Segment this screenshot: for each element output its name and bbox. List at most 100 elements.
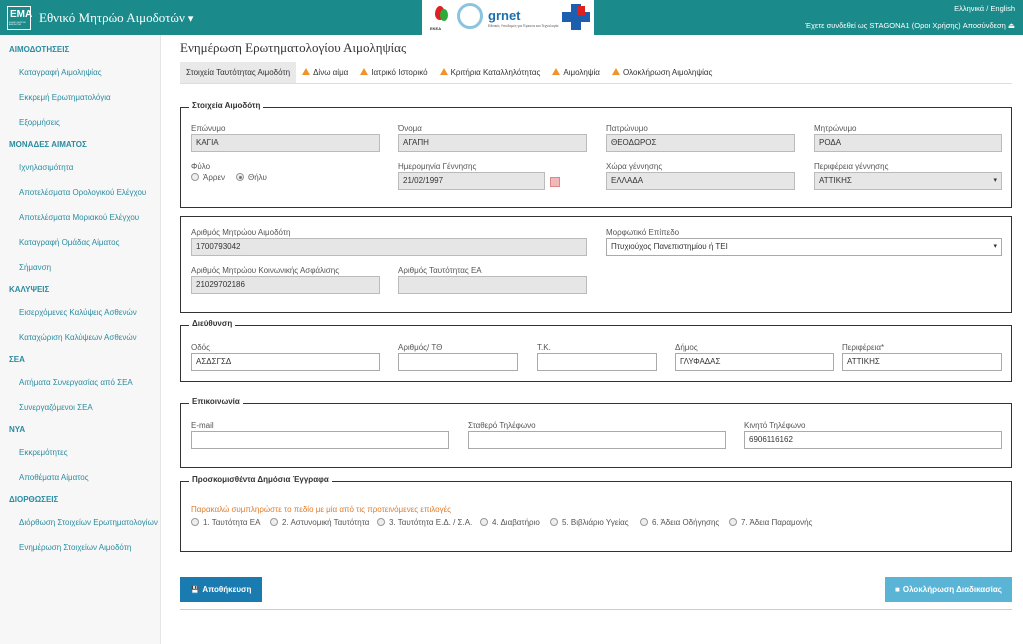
mother-name-field[interactable]: ΡΟΔΑ (814, 134, 1002, 152)
amka-field[interactable]: 21029702186 (191, 276, 380, 294)
sidebar-item-sea-partners[interactable]: Συνεργαζόμενοι ΣΕΑ (0, 395, 160, 420)
document-option-2[interactable]: 2. Αστυνομική Ταυτότητα (270, 517, 369, 527)
radio-icon[interactable] (729, 518, 737, 526)
logo-subtitle: ΕΘΝΙΚΟ ΜΗΤΡΩΟ ΑΙΜΟΔΟΤΩΝ (9, 22, 26, 26)
region-label: Περιφέρεια* (842, 343, 885, 352)
sex-female-option[interactable]: Θήλυ (236, 172, 267, 182)
id-number-field[interactable] (398, 276, 587, 294)
father-name-label: Πατρώνυμο (606, 124, 648, 133)
address-fieldset: Διεύθυνση Οδός ΑΣΔΣΓΣΔ Αριθμός/ ΤΘ Τ.Κ. … (180, 319, 1012, 382)
tab-eligibility[interactable]: Κριτήρια Καταλληλότητας (434, 62, 547, 83)
sidebar-item-pending-questionnaires[interactable]: Εκκρεμή Ερωτηματολόγια (0, 85, 160, 110)
radio-icon[interactable] (191, 518, 199, 526)
document-option-4[interactable]: 4. Διαβατήριο (480, 517, 540, 527)
municipality-field[interactable]: ΓΛΥΦΑΔΑΣ (675, 353, 834, 371)
surname-field[interactable]: ΚΑΓΙΑ (191, 134, 380, 152)
registry-number-field[interactable]: 1700793042 (191, 238, 587, 256)
ekea-label: ΕΚΕΑ (430, 26, 442, 31)
sidebar-item-sea-requests[interactable]: Αιτήματα Συνεργασίας από ΣΕΑ (0, 370, 160, 395)
dropdown-arrow-icon[interactable]: ▾ (993, 239, 997, 255)
app-title[interactable]: Εθνικό Μητρώο Αιμοδοτών ▾ (39, 10, 193, 26)
father-name-field[interactable]: ΘΕΟΔΩΡΟΣ (606, 134, 795, 152)
document-option-3[interactable]: 3. Ταυτότητα Ε.Δ. / Σ.Α. (377, 517, 472, 527)
sidebar-item-labeling[interactable]: Σήμανση (0, 255, 160, 280)
tab-give-blood[interactable]: Δίνω αίμα (296, 62, 354, 83)
dropdown-arrow-icon[interactable]: ▾ (993, 173, 997, 189)
sidebar-item-blood-group[interactable]: Καταγραφή Ομάδας Αίματος (0, 230, 160, 255)
radio-icon[interactable] (480, 518, 488, 526)
login-text[interactable]: Έχετε συνδεθεί ως STAGONA1 (Οροι Χρήσης)… (805, 21, 1006, 30)
sex-female-label: Θήλυ (248, 173, 267, 182)
tab-label: Ιατρικό Ιστορικό (371, 68, 428, 77)
tab-identity[interactable]: Στοιχεία Ταυτότητας Αιμοδότη (180, 62, 297, 83)
logo-text: ΕΜΑ (10, 9, 33, 20)
sidebar-item-campaigns[interactable]: Εξορμήσεις (0, 110, 160, 135)
email-label: E-mail (191, 421, 214, 430)
calendar-icon[interactable] (550, 177, 560, 187)
mobile-field[interactable]: 6906116162 (744, 431, 1002, 449)
menu-caret-icon[interactable]: ▾ (188, 13, 194, 25)
phone-field[interactable] (468, 431, 726, 449)
mother-name-label: Μητρώνυμο (814, 124, 857, 133)
document-option-6[interactable]: 6. Άδεια Οδήγησης (640, 517, 719, 527)
sidebar-item-fix-questionnaires[interactable]: Διόρθωση Στοιχείων Ερωτηματολογίων (0, 510, 160, 535)
ekea-logo (428, 3, 450, 25)
sidebar-item-incoming-coverage[interactable]: Εισερχόμενες Καλύψεις Ασθενών (0, 300, 160, 325)
radio-checked-icon[interactable] (236, 173, 244, 181)
education-label: Μορφωτικό Επίπεδο (606, 228, 680, 237)
tab-blood-draw[interactable]: Αιμοληψία (546, 62, 606, 83)
tab-label: Στοιχεία Ταυτότητας Αιμοδότη (186, 68, 291, 77)
logout-icon[interactable]: ⏏ (1008, 21, 1015, 30)
grnet-subtitle: Εθνικές Υποδομές για Έρευνα και Τεχνολογ… (488, 24, 559, 28)
language-links[interactable]: Ελληνικά / English (954, 4, 1015, 13)
tab-medical-history[interactable]: Ιατρικό Ιστορικό (354, 62, 433, 83)
education-select[interactable]: Πτυχιούχος Πανεπιστημίου ή ΤΕΙ ▾ (606, 238, 1002, 256)
login-info[interactable]: Έχετε συνδεθεί ως STAGONA1 (Οροι Χρήσης)… (805, 21, 1015, 30)
birth-region-label: Περιφέρεια γέννησης (814, 162, 889, 171)
document-option-label: 6. Άδεια Οδήγησης (652, 518, 720, 527)
region-field[interactable]: ΑΤΤΙΚΗΣ (842, 353, 1002, 371)
birthdate-field[interactable]: 21/02/1997 (398, 172, 545, 190)
sidebar-item-register-coverage[interactable]: Καταχώριση Καλύψεων Ασθενών (0, 325, 160, 350)
sidebar-item-pending[interactable]: Εκκρεμότητες (0, 440, 160, 465)
registry-fieldset: Αριθμός Μητρώου Αιμοδότη 1700793042 Μορφ… (180, 216, 1012, 313)
birth-region-select[interactable]: ΑΤΤΙΚΗΣ ▾ (814, 172, 1002, 190)
street-number-field[interactable] (398, 353, 518, 371)
tab-completion[interactable]: Ολοκλήρωση Αιμοληψίας (606, 62, 718, 83)
ministry-cross-logo (562, 4, 590, 30)
radio-icon[interactable] (550, 518, 558, 526)
footer-divider (180, 609, 1012, 610)
street-label: Οδός (191, 343, 210, 352)
save-button[interactable]: 💾 Αποθήκευση (180, 577, 262, 602)
email-field[interactable] (191, 431, 449, 449)
tab-label: Κριτήρια Καταλληλότητας (450, 68, 541, 77)
name-field[interactable]: ΑΓΑΠΗ (398, 134, 587, 152)
radio-icon[interactable] (191, 173, 199, 181)
documents-hint: Παρακαλώ συμπληρώστε το πεδίο με μία από… (191, 505, 451, 514)
zip-field[interactable] (537, 353, 657, 371)
id-number-label: Αριθμός Ταυτότητας ΕΑ (398, 266, 482, 275)
ema-logo[interactable]: ΕΜΑ ΕΘΝΙΚΟ ΜΗΤΡΩΟ ΑΙΜΟΔΟΤΩΝ (7, 6, 33, 30)
radio-icon[interactable] (377, 518, 385, 526)
document-option-label: 4. Διαβατήριο (492, 518, 540, 527)
radio-icon[interactable] (640, 518, 648, 526)
sidebar-item-blood-stock[interactable]: Αποθέματα Αίματος (0, 465, 160, 490)
sidebar-item-update-donor[interactable]: Ενημέρωση Στοιχείων Αιμοδότη (0, 535, 160, 560)
sidebar-item-serology-results[interactable]: Αποτελέσματα Ορολογικού Ελέγχου (0, 180, 160, 205)
complete-button[interactable]: ■ Ολοκλήρωση Διαδικασίας (885, 577, 1012, 602)
sidebar-section-sea: ΣΕΑ (9, 355, 25, 364)
sex-male-option[interactable]: Άρρεν (191, 172, 225, 182)
radio-icon[interactable] (270, 518, 278, 526)
sidebar-item-molecular-results[interactable]: Αποτελέσματα Μοριακού Ελέγχου (0, 205, 160, 230)
birthdate-label: Ημερομηνία Γέννησης (398, 162, 477, 171)
sidebar-item-blood-draw[interactable]: Καταγραφή Αιμοληψίας (0, 60, 160, 85)
birth-country-field[interactable]: ΕΛΛΑΔΑ (606, 172, 795, 190)
sidebar-item-traceability[interactable]: Ιχνηλασιμότητα (0, 155, 160, 180)
sidebar-section-blood-units: ΜΟΝΑΔΕΣ ΑΙΜΑΤΟΣ (9, 140, 87, 149)
document-option-5[interactable]: 5. Βιβλιάριο Υγείας (550, 517, 629, 527)
fieldset-legend: Επικοινωνία (189, 397, 243, 406)
document-option-7[interactable]: 7. Άδεια Παραμονής (729, 517, 812, 527)
street-field[interactable]: ΑΣΔΣΓΣΔ (191, 353, 380, 371)
document-option-1[interactable]: 1. Ταυτότητα ΕΑ (191, 517, 260, 527)
fieldset-legend: Διεύθυνση (189, 319, 236, 328)
